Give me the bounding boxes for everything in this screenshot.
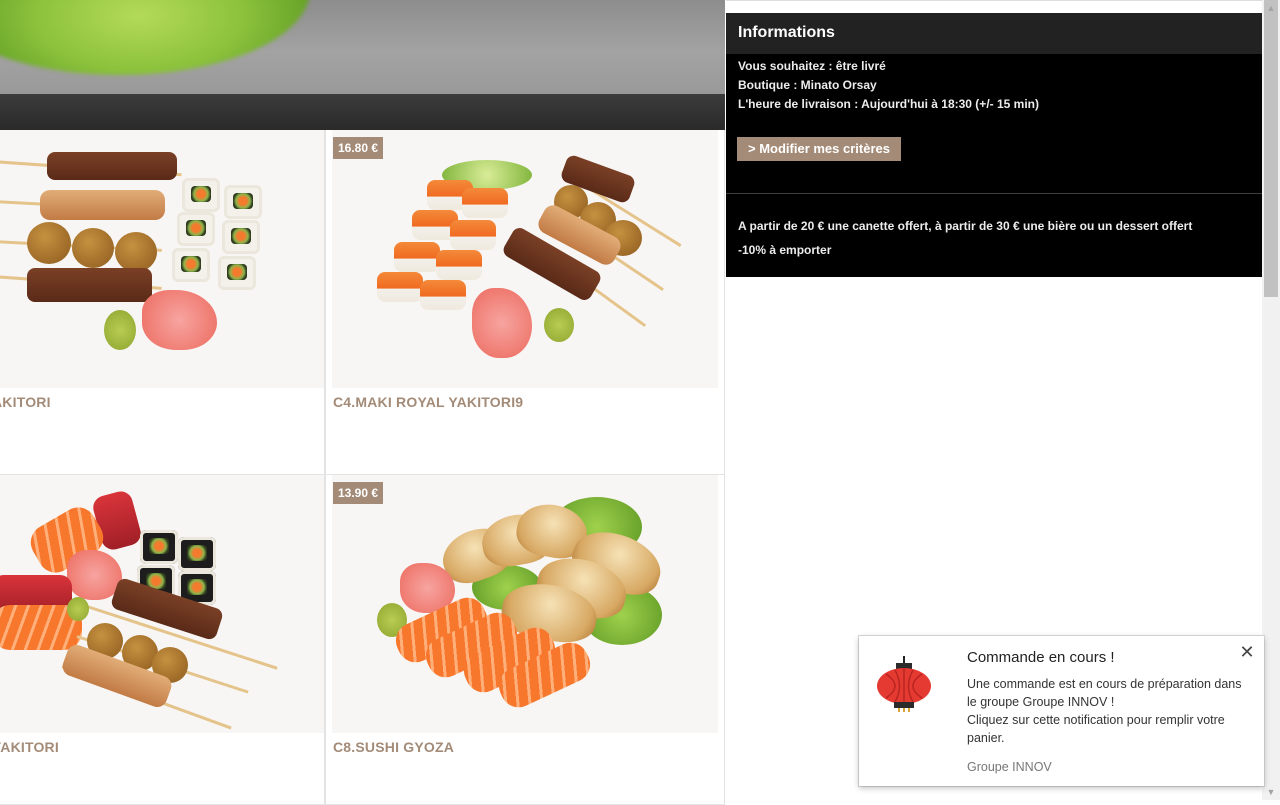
shop-text: Boutique : Minato Orsay xyxy=(738,78,877,92)
product-image[interactable] xyxy=(332,130,718,388)
product-card[interactable]: 16.80 € C4.MAKI ROYAL YAKITORI9 xyxy=(325,130,725,475)
notification-source: Groupe INNOV xyxy=(967,760,1052,774)
product-name[interactable]: C4.MAKI ROYAL YAKITORI9 xyxy=(333,394,523,410)
product-card[interactable]: YAKITORI xyxy=(0,475,325,805)
delivery-mode-text: Vous souhaitez : être livré xyxy=(738,59,886,73)
notification-title: Commande en cours ! xyxy=(967,649,1115,666)
vertical-scrollbar[interactable]: ▲ ▼ xyxy=(1262,0,1280,800)
delivery-time-text: L'heure de livraison : Aujourd'hui à 18:… xyxy=(738,97,1039,111)
close-icon[interactable]: ✕ xyxy=(1239,643,1255,661)
panel-divider xyxy=(726,193,1262,194)
panel-top-border xyxy=(726,0,1262,1)
promo-text: A partir de 20 € une canette offert, à p… xyxy=(738,219,1193,233)
notification-body-line: Cliquez sur cette notification pour remp… xyxy=(967,713,1225,745)
product-card[interactable]: AKITORI xyxy=(0,130,325,475)
product-card[interactable]: 13.90 € C8.SUSHI GYOZA xyxy=(325,475,725,805)
hero-shadow-band xyxy=(0,94,725,130)
product-grid: AKITORI xyxy=(0,130,725,805)
product-image[interactable] xyxy=(332,475,718,733)
product-name[interactable]: AKITORI xyxy=(0,394,51,410)
order-notification[interactable]: Commande en cours ! Une commande est en … xyxy=(859,636,1264,786)
product-name[interactable]: C8.SUSHI GYOZA xyxy=(333,739,454,755)
info-panel-header: Informations xyxy=(726,13,1262,54)
price-badge: 16.80 € xyxy=(333,137,384,159)
product-image[interactable] xyxy=(0,475,324,733)
product-image[interactable] xyxy=(0,130,324,388)
info-panel: Informations Vous souhaitez : être livré… xyxy=(726,13,1262,277)
scroll-down-arrow[interactable]: ▼ xyxy=(1262,784,1280,800)
notification-body: Une commande est en cours de préparation… xyxy=(967,675,1247,747)
modify-criteria-button[interactable]: > Modifier mes critères xyxy=(737,137,901,161)
hero-banner xyxy=(0,0,725,130)
lantern-icon xyxy=(877,656,931,712)
notification-body-line: Une commande est en cours de préparation… xyxy=(967,677,1242,709)
info-panel-title: Informations xyxy=(738,24,835,41)
scrollbar-thumb[interactable] xyxy=(1264,0,1278,297)
price-badge: 13.90 € xyxy=(333,482,384,504)
hero-leaf-image xyxy=(0,0,310,75)
takeaway-discount-text: -10% à emporter xyxy=(738,243,832,257)
product-name[interactable]: YAKITORI xyxy=(0,739,59,755)
scroll-up-arrow[interactable]: ▲ xyxy=(1262,0,1280,16)
